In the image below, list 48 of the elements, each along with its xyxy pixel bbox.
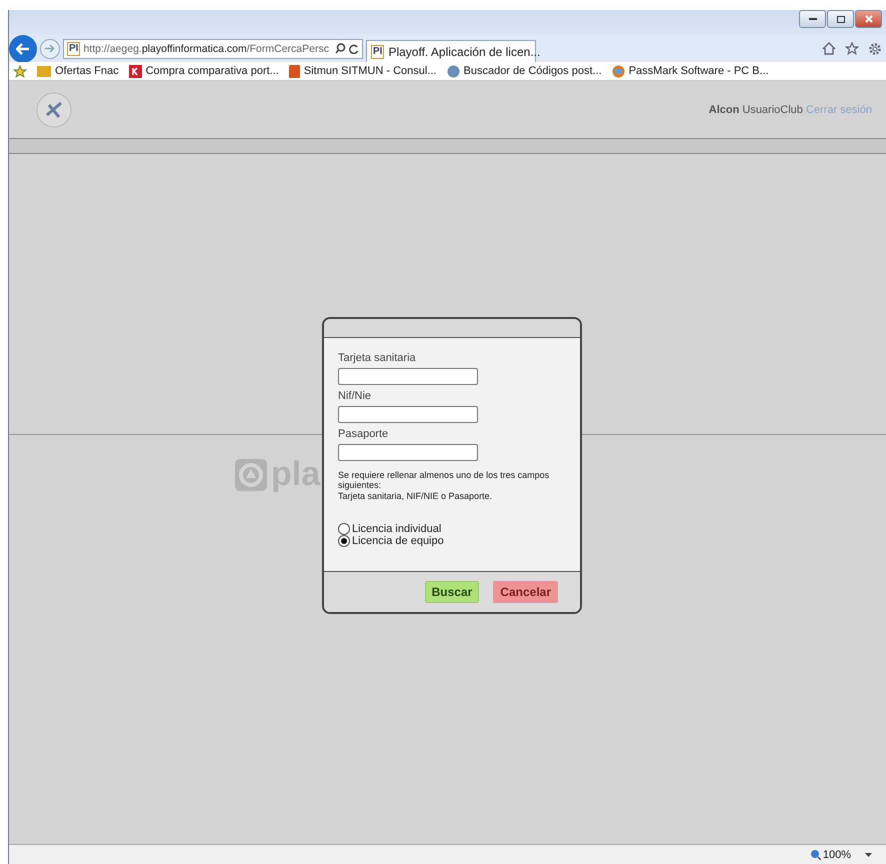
zoom-level[interactable]: 100% xyxy=(810,848,851,860)
field-label: Tarjeta sanitaria xyxy=(338,352,417,364)
input-field[interactable] xyxy=(338,368,478,385)
license-option[interactable]: Licencia individual xyxy=(338,523,566,536)
input-field[interactable] xyxy=(338,444,478,461)
license-option[interactable]: Licencia de equipo xyxy=(338,535,566,548)
radio-button[interactable] xyxy=(338,523,350,536)
zoom-icon xyxy=(810,849,821,860)
buscar-button[interactable]: Buscar xyxy=(424,581,480,603)
close-button[interactable] xyxy=(855,10,882,28)
address-field[interactable]: PI http://aegeg.playoffinformatica.com/FormCercaPersc xyxy=(63,38,363,58)
refresh-icon[interactable] xyxy=(349,44,359,54)
star-icon[interactable] xyxy=(845,42,859,55)
back-arrow-icon xyxy=(16,42,30,54)
logo-mark-icon xyxy=(235,458,267,490)
favorite-link[interactable]: Compra comparativa port... xyxy=(128,64,279,78)
folder-icon xyxy=(37,65,51,77)
minimize-button[interactable] xyxy=(799,10,826,28)
favorite-link[interactable]: Ofertas Fnac xyxy=(37,65,119,77)
favorite-link[interactable]: PassMark Software - PC B... xyxy=(612,64,769,78)
favorite-link[interactable]: Sitmun SITMUN - Consul... xyxy=(288,64,436,78)
favicon: PI xyxy=(67,42,80,56)
book-icon xyxy=(288,64,300,78)
favorites-star-icon[interactable] xyxy=(13,64,27,78)
home-icon[interactable] xyxy=(822,42,836,55)
settings-icon[interactable] xyxy=(868,42,882,56)
field-label: Nif/Nie xyxy=(338,390,372,402)
forward-arrow-icon xyxy=(45,44,55,53)
back-button[interactable] xyxy=(9,34,37,62)
field-label: Pasaporte xyxy=(338,428,390,440)
url-text: http://aegeg.playoffinformatica.com/FormCercaPersc xyxy=(83,42,330,54)
globe-icon xyxy=(446,64,460,78)
club-logo-icon xyxy=(35,90,73,128)
radio-button[interactable] xyxy=(338,535,350,548)
cancel-button[interactable]: Cancelar xyxy=(493,581,558,603)
input-field[interactable] xyxy=(338,406,478,423)
minimize-icon xyxy=(808,18,816,20)
favicon: PI xyxy=(371,44,384,58)
user-info: Alcon UsuarioClub Cerrar sesión xyxy=(708,104,872,116)
maximize-icon xyxy=(836,16,844,22)
search-icon[interactable] xyxy=(335,43,346,54)
close-icon xyxy=(864,15,872,23)
k-logo-icon xyxy=(128,64,142,78)
favorite-link[interactable]: Buscador de Códigos post... xyxy=(446,64,602,78)
monitor-icon xyxy=(612,64,625,78)
dropdown-caret-icon[interactable] xyxy=(865,852,872,856)
maximize-button[interactable] xyxy=(827,10,854,28)
requirement-note: Se requiere rellenar almenos uno de los tres campos siguientes: Tarjeta sanitaria, NIF/NIE o Pasaporte. xyxy=(338,470,550,502)
